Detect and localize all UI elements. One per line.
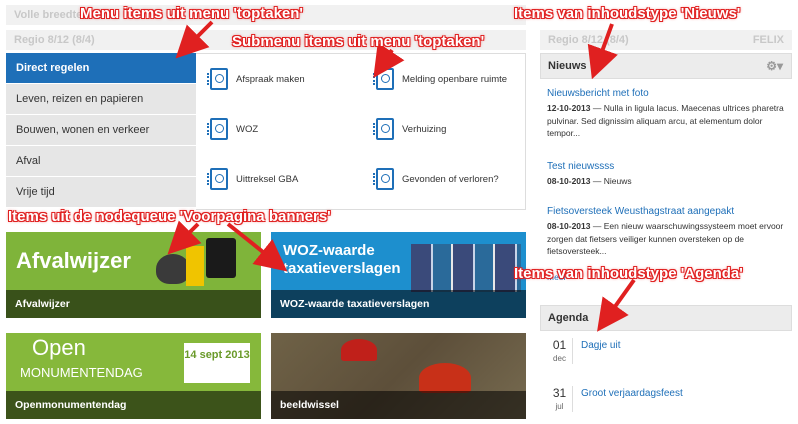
news-item-body: 12-10-2013 — Nulla in ligula lacus. Maec…: [547, 102, 792, 140]
region-right-label: Regio 8/12 (8/4): [548, 34, 629, 46]
submenu-item-label: Gevonden of verloren?: [402, 173, 499, 185]
banner-art-text-line2: MONUMENTENDAG: [20, 365, 143, 380]
contact-book-icon: [373, 68, 394, 90]
submenu-item-woz[interactable]: WOZ: [207, 118, 259, 140]
agenda-day: 01: [552, 338, 567, 352]
submenu-item-label: Melding openbare ruimte: [402, 73, 508, 85]
banner-art-text-line1: Open: [32, 335, 86, 360]
banner-caption: WOZ-waarde taxatieverslagen: [271, 290, 526, 318]
contact-book-icon: [373, 118, 394, 140]
annotation-agenda: Items van inhoudstype 'Agenda': [514, 265, 743, 282]
news-item-title[interactable]: Test nieuwssss: [547, 161, 614, 172]
contact-book-icon: [207, 68, 228, 90]
agenda-header: Agenda: [540, 305, 792, 331]
menu-item-vrije-tijd[interactable]: Vrije tijd: [6, 177, 196, 208]
news-item-date: 08-10-2013: [547, 221, 591, 231]
news-item-text: — Nieuws: [590, 176, 632, 186]
submenu-item-label: Afspraak maken: [236, 73, 305, 85]
news-item-date: 08-10-2013: [547, 176, 591, 186]
news-header: Nieuws ⚙▾: [540, 53, 792, 79]
mushroom-image: [341, 339, 377, 361]
toptaken-menu: Direct regelen Leven, reizen en papieren…: [6, 53, 210, 208]
contact-book-icon: [207, 168, 228, 190]
submenu-item-label: Uittreksel GBA: [236, 173, 299, 185]
submenu-item-melding[interactable]: Melding openbare ruimte: [373, 68, 508, 90]
agenda-month: jul: [555, 402, 564, 411]
submenu-item-gevonden[interactable]: Gevonden of verloren?: [373, 168, 499, 190]
menu-item-direct-regelen[interactable]: Direct regelen: [6, 53, 210, 84]
contact-book-icon: [207, 118, 228, 140]
submenu-panel: Afspraak maken Melding openbare ruimte W…: [196, 53, 526, 210]
submenu-item-label: Verhuizing: [402, 123, 447, 135]
news-item-body: 08-10-2013 — Een nieuw waarschuwingssyst…: [547, 220, 792, 258]
banner-openmonumentendag[interactable]: Open MONUMENTENDAG 14 sept 2013 Openmonu…: [6, 333, 261, 419]
banner-art-text-line1: WOZ-waarde: [283, 242, 375, 259]
submenu-item-label: WOZ: [236, 123, 259, 135]
news-item-date: 12-10-2013: [547, 103, 591, 113]
menu-item-bouwen-wonen[interactable]: Bouwen, wonen en verkeer: [6, 115, 196, 146]
menu-item-leven-reizen[interactable]: Leven, reizen en papieren: [6, 84, 196, 115]
banner-caption: Afvalwijzer: [6, 290, 261, 318]
trash-bag-icon: [156, 254, 190, 284]
region-right-strip: Regio 8/12 (8/4) FELIX: [540, 30, 792, 50]
agenda-item-title[interactable]: Groot verjaardagsfeest: [581, 388, 683, 399]
submenu-item-verhuizing[interactable]: Verhuizing: [373, 118, 447, 140]
news-item-title[interactable]: Nieuwsbericht met foto: [547, 88, 649, 99]
news-item-body: 08-10-2013 — Nieuws: [547, 175, 792, 188]
gear-icon[interactable]: ⚙▾: [766, 54, 783, 78]
banner-art-text-line2: taxatieverslagen: [283, 260, 401, 277]
submenu-item-gba[interactable]: Uittreksel GBA: [207, 168, 299, 190]
agenda-date-badge: 31 jul: [547, 386, 573, 412]
felix-tag: FELIX: [752, 34, 784, 46]
banner-caption: beeldwissel: [271, 391, 526, 419]
menu-item-afval[interactable]: Afval: [6, 146, 196, 177]
news-item-title[interactable]: Fietsoversteek Weusthagstraat aangepakt: [547, 206, 734, 217]
news-header-title: Nieuws: [548, 60, 587, 72]
recycle-bin-icon: [186, 246, 204, 286]
houses-illustration-icon: [411, 244, 521, 292]
contact-book-icon: [373, 168, 394, 190]
agenda-header-title: Agenda: [548, 312, 589, 324]
annotation-banners: Items uit de nodequeue 'Voorpagina banne…: [8, 208, 331, 225]
agenda-item-title[interactable]: Dagje uit: [581, 340, 620, 351]
banner-caption: Openmonumentendag: [6, 391, 261, 419]
mushroom-image: [419, 363, 471, 393]
date-stamp: 14 sept 2013: [184, 343, 250, 383]
agenda-month: dec: [553, 354, 566, 363]
submenu-item-afspraak[interactable]: Afspraak maken: [207, 68, 305, 90]
agenda-day: 31: [552, 386, 567, 400]
annotation-news: Items van inhoudstype 'Nieuws': [514, 5, 741, 22]
banner-art-text: Afvalwijzer: [16, 248, 131, 273]
container-bin-icon: [206, 238, 236, 278]
agenda-date-badge: 01 dec: [547, 338, 573, 364]
annotation-submenu: Submenu items uit menu 'toptaken': [232, 33, 485, 50]
banner-beeldwissel[interactable]: beeldwissel: [271, 333, 526, 419]
annotation-menu: Menu items uit menu 'toptaken': [80, 5, 303, 22]
banner-woz[interactable]: WOZ-waarde taxatieverslagen WOZ-waarde t…: [271, 232, 526, 318]
banner-afvalwijzer[interactable]: Afvalwijzer Afvalwijzer: [6, 232, 261, 318]
